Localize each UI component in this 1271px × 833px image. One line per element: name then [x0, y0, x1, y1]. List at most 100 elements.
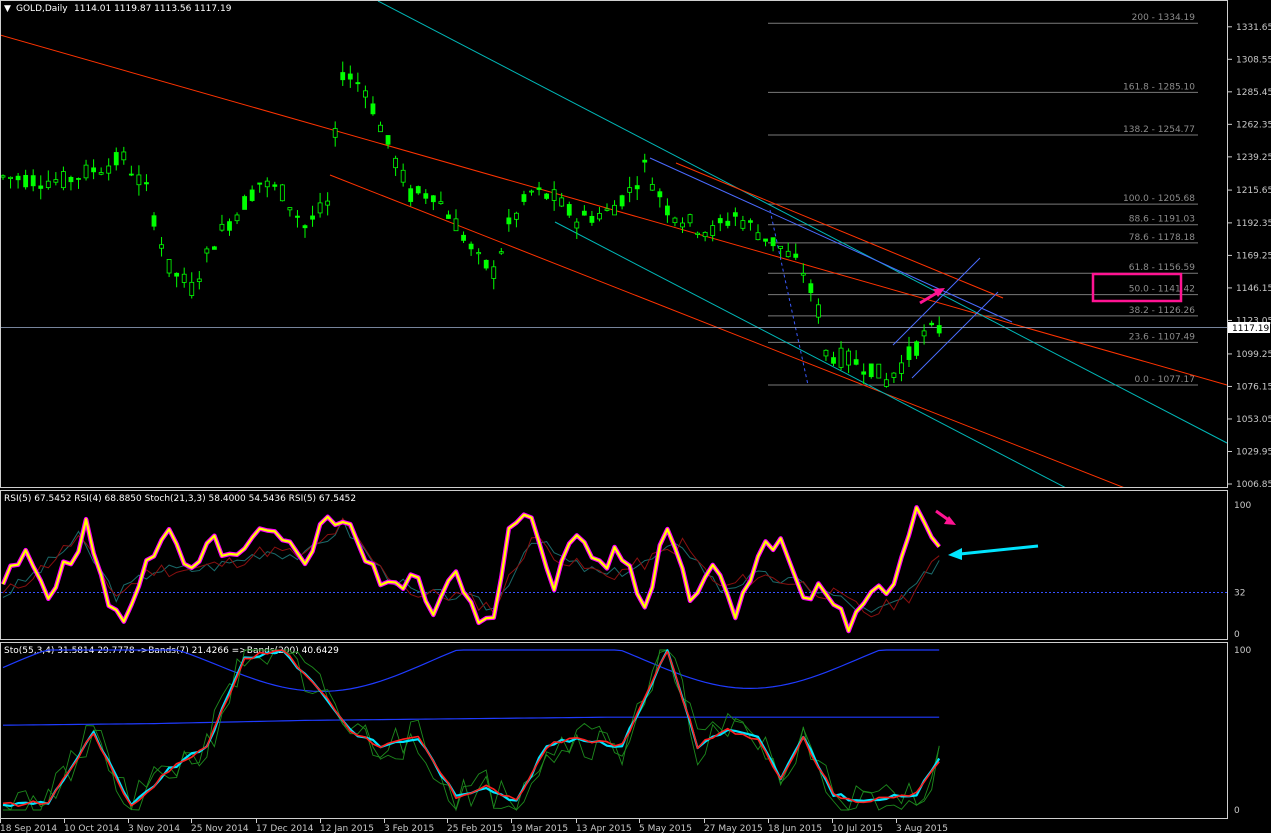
candle-body [642, 159, 648, 163]
candle-body [521, 194, 527, 202]
fib-label: 23.6 - 1107.49 [1129, 332, 1195, 342]
date-tick-label: 3 Aug 2015 [896, 824, 948, 833]
price-tick-label: 1076.15 [1236, 382, 1271, 392]
candle-body [8, 176, 13, 179]
candle-body [257, 182, 263, 185]
candle-body [325, 200, 331, 206]
price-tick-label: 1285.45 [1236, 88, 1271, 98]
candle-body [566, 204, 572, 216]
candle-body [68, 176, 74, 183]
candle-body [189, 281, 195, 296]
candle-body [400, 169, 406, 183]
candle-body [816, 304, 821, 318]
price-tick-label: 1146.15 [1236, 284, 1271, 294]
candle-body [446, 214, 451, 219]
main-panel-frame [0, 0, 1228, 488]
candle-body [362, 90, 368, 98]
candle-body [408, 188, 414, 202]
candle-body [574, 221, 580, 229]
candle-body [657, 191, 663, 198]
candle-body [936, 325, 942, 334]
candle-body [423, 193, 429, 199]
candle-body [763, 238, 768, 242]
date-tick-label: 19 Mar 2015 [511, 824, 568, 833]
date-tick-label: 27 May 2015 [704, 824, 763, 833]
candle-body [264, 180, 270, 188]
candle-body [921, 330, 927, 337]
candle-body [619, 195, 625, 207]
candle-body [242, 196, 248, 210]
candle-body [38, 185, 44, 189]
candle-body [597, 213, 602, 220]
price-axis: 1331.65 1308.55 1285.45 1262.35 1239.25 1215.… [1227, 23, 1271, 490]
candle-body [672, 217, 678, 224]
candle-body [151, 215, 157, 227]
date-tick-label: 13 Apr 2015 [576, 824, 632, 833]
gold-chart-canvas[interactable]: ▼ GOLD,Daily 1114.01 1119.87 1113.56 111… [0, 0, 1271, 833]
candle-body [61, 171, 66, 189]
dropdown-arrow-icon[interactable]: ▼ [4, 4, 11, 14]
rsi-tick-label: 0 [1234, 630, 1240, 640]
price-tick-label: 1099.25 [1236, 350, 1271, 360]
candle-body [310, 215, 315, 220]
candle-body [861, 371, 867, 375]
candle-body [665, 205, 670, 216]
candle-body [649, 184, 655, 191]
symbol-title: GOLD,Daily [16, 4, 68, 14]
fib-label: 161.8 - 1285.10 [1123, 82, 1195, 92]
price-tick-label: 1192.35 [1236, 219, 1271, 229]
date-tick-label: 18 Jun 2015 [768, 824, 822, 833]
candle-body [453, 218, 459, 232]
candle-body [710, 225, 716, 236]
candle-body [393, 157, 399, 169]
candle-body [279, 184, 285, 202]
price-tick-label: 1053.05 [1236, 415, 1271, 425]
rsi-panel-label: RSI(5) 67.5452 RSI(4) 68.8850 Stoch(21,3… [4, 494, 356, 504]
candle-body [838, 347, 844, 368]
candle-body [876, 363, 882, 379]
candle-body [755, 232, 761, 241]
candle-body [778, 245, 784, 249]
price-tick-label: 1331.65 [1236, 23, 1271, 33]
date-tick-label: 3 Feb 2015 [384, 824, 434, 833]
fib-label: 0.0 - 1077.17 [1135, 375, 1196, 385]
candle-body [793, 253, 799, 258]
candle-body [506, 217, 512, 225]
candle-body [378, 124, 383, 133]
candle-body [559, 197, 565, 207]
sto-panel-frame [0, 642, 1228, 819]
sto-tick-label: 100 [1234, 646, 1251, 656]
date-tick-label: 25 Nov 2014 [191, 824, 249, 833]
candle-body [53, 179, 59, 183]
candle-body [106, 165, 112, 174]
fib-label: 61.8 - 1156.59 [1129, 263, 1195, 273]
rsi-tick-label: 100 [1234, 501, 1251, 511]
candle-body [166, 259, 172, 274]
candle-body [370, 103, 376, 115]
candle-body [740, 220, 746, 229]
candle-body [287, 207, 293, 211]
price-tick-label: 1169.25 [1236, 251, 1271, 261]
candle-body [695, 232, 700, 235]
candle-body [514, 212, 519, 220]
candle-body [732, 212, 738, 217]
price-tick-label: 1215.65 [1236, 186, 1271, 196]
candle-body [174, 272, 180, 277]
candle-body [468, 243, 474, 250]
candle-body [23, 174, 29, 188]
rsi-tick-label: 32 [1234, 589, 1245, 599]
price-tick-label: 1308.55 [1236, 55, 1271, 65]
ohlc-readout: 1114.01 1119.87 1113.56 1117.19 [74, 4, 232, 14]
candle-body [785, 250, 791, 258]
candle-body [227, 221, 232, 231]
candle-body [483, 259, 489, 269]
fib-label: 138.2 - 1254.77 [1123, 125, 1195, 135]
candle-body [491, 266, 497, 279]
candle-body [581, 210, 587, 216]
svg-text:1117.19: 1117.19 [1232, 324, 1269, 334]
candle-body [30, 175, 36, 187]
candle-body [332, 128, 338, 138]
price-tick-label: 1239.25 [1236, 153, 1271, 163]
candle-body [717, 218, 723, 224]
candle-body [272, 184, 278, 187]
